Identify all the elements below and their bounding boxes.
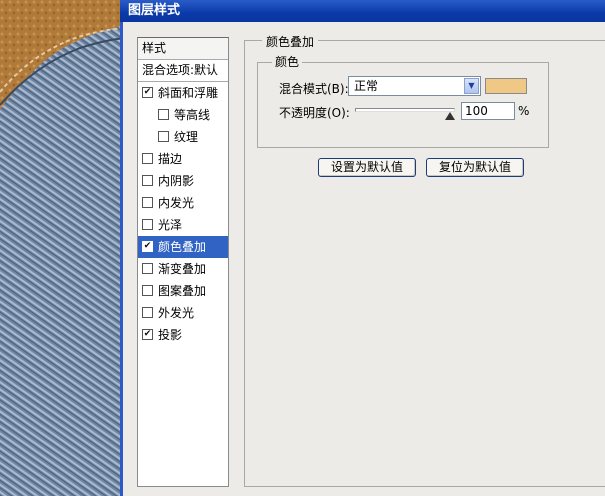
- blend-mode-select[interactable]: 正常 ▼: [348, 76, 481, 96]
- style-item-label: 描边: [158, 152, 183, 166]
- style-checkbox[interactable]: [142, 153, 153, 164]
- style-item-label: 斜面和浮雕: [158, 86, 219, 100]
- panel-title: 颜色叠加: [262, 33, 319, 50]
- styles-list: 样式 混合选项:默认 ✔ 斜面和浮雕等高线纹理描边内阴影内发光光泽 ✔ 颜色叠加渐变叠…: [137, 37, 229, 487]
- style-item[interactable]: ✔ 投影: [138, 324, 228, 346]
- style-item-label: 纹理: [174, 130, 199, 144]
- chevron-down-icon[interactable]: ▼: [464, 78, 479, 94]
- style-checkbox[interactable]: [142, 285, 153, 296]
- style-item-label: 图案叠加: [158, 284, 207, 298]
- blend-mode-label: 混合模式(B):: [279, 82, 349, 96]
- style-checkbox[interactable]: [142, 219, 153, 230]
- style-item[interactable]: 描边: [138, 148, 228, 170]
- style-checkbox[interactable]: [142, 263, 153, 274]
- style-item[interactable]: 内阴影: [138, 170, 228, 192]
- reset-default-button[interactable]: 复位为默认值: [426, 158, 524, 177]
- style-item-label: 颜色叠加: [158, 240, 207, 254]
- style-item[interactable]: ✔ 斜面和浮雕: [138, 82, 228, 104]
- style-checkbox[interactable]: [142, 307, 153, 318]
- style-item[interactable]: 内发光: [138, 192, 228, 214]
- style-item[interactable]: ✔ 颜色叠加: [138, 236, 228, 258]
- style-item-label: 内阴影: [158, 174, 195, 188]
- dialog-body: 样式 混合选项:默认 ✔ 斜面和浮雕等高线纹理描边内阴影内发光光泽 ✔ 颜色叠加渐变叠…: [120, 22, 605, 496]
- style-item[interactable]: 渐变叠加: [138, 258, 228, 280]
- style-checkbox[interactable]: ✔: [142, 87, 153, 98]
- style-item[interactable]: 光泽: [138, 214, 228, 236]
- style-item[interactable]: 外发光: [138, 302, 228, 324]
- style-item-label: 投影: [158, 328, 183, 342]
- opacity-slider-track[interactable]: [355, 108, 455, 112]
- opacity-input[interactable]: 100: [461, 102, 515, 120]
- style-checkbox[interactable]: [158, 109, 169, 120]
- dialog-title[interactable]: 图层样式: [120, 0, 605, 22]
- style-items: ✔ 斜面和浮雕等高线纹理描边内阴影内发光光泽 ✔ 颜色叠加渐变叠加图案叠加外发光 ✔ 投影: [138, 82, 228, 346]
- style-checkbox[interactable]: [142, 197, 153, 208]
- style-item[interactable]: 纹理: [138, 126, 228, 148]
- layer-style-dialog: 图层样式 样式 混合选项:默认 ✔ 斜面和浮雕等高线纹理描边内阴影内发光光泽 ✔ 颜色…: [120, 0, 605, 496]
- style-checkbox[interactable]: ✔: [142, 241, 153, 252]
- set-default-button[interactable]: 设置为默认值: [318, 158, 416, 177]
- opacity-unit: %: [518, 104, 530, 118]
- color-group-title: 颜色: [272, 53, 303, 70]
- style-checkbox[interactable]: [142, 175, 153, 186]
- style-checkbox[interactable]: ✔: [142, 329, 153, 340]
- blending-options-item[interactable]: 混合选项:默认: [138, 60, 228, 82]
- style-item-label: 内发光: [158, 196, 195, 210]
- style-item-label: 等高线: [174, 108, 211, 122]
- styles-header[interactable]: 样式: [138, 38, 228, 60]
- style-item-label: 渐变叠加: [158, 262, 207, 276]
- style-checkbox[interactable]: [158, 131, 169, 142]
- blend-mode-value: 正常: [354, 79, 379, 93]
- opacity-slider-thumb[interactable]: [445, 112, 455, 120]
- style-item-label: 光泽: [158, 218, 183, 232]
- overlay-color-swatch[interactable]: [485, 78, 527, 94]
- style-item[interactable]: 等高线: [138, 104, 228, 126]
- style-item[interactable]: 图案叠加: [138, 280, 228, 302]
- opacity-label: 不透明度(O):: [279, 106, 350, 120]
- style-item-label: 外发光: [158, 306, 195, 320]
